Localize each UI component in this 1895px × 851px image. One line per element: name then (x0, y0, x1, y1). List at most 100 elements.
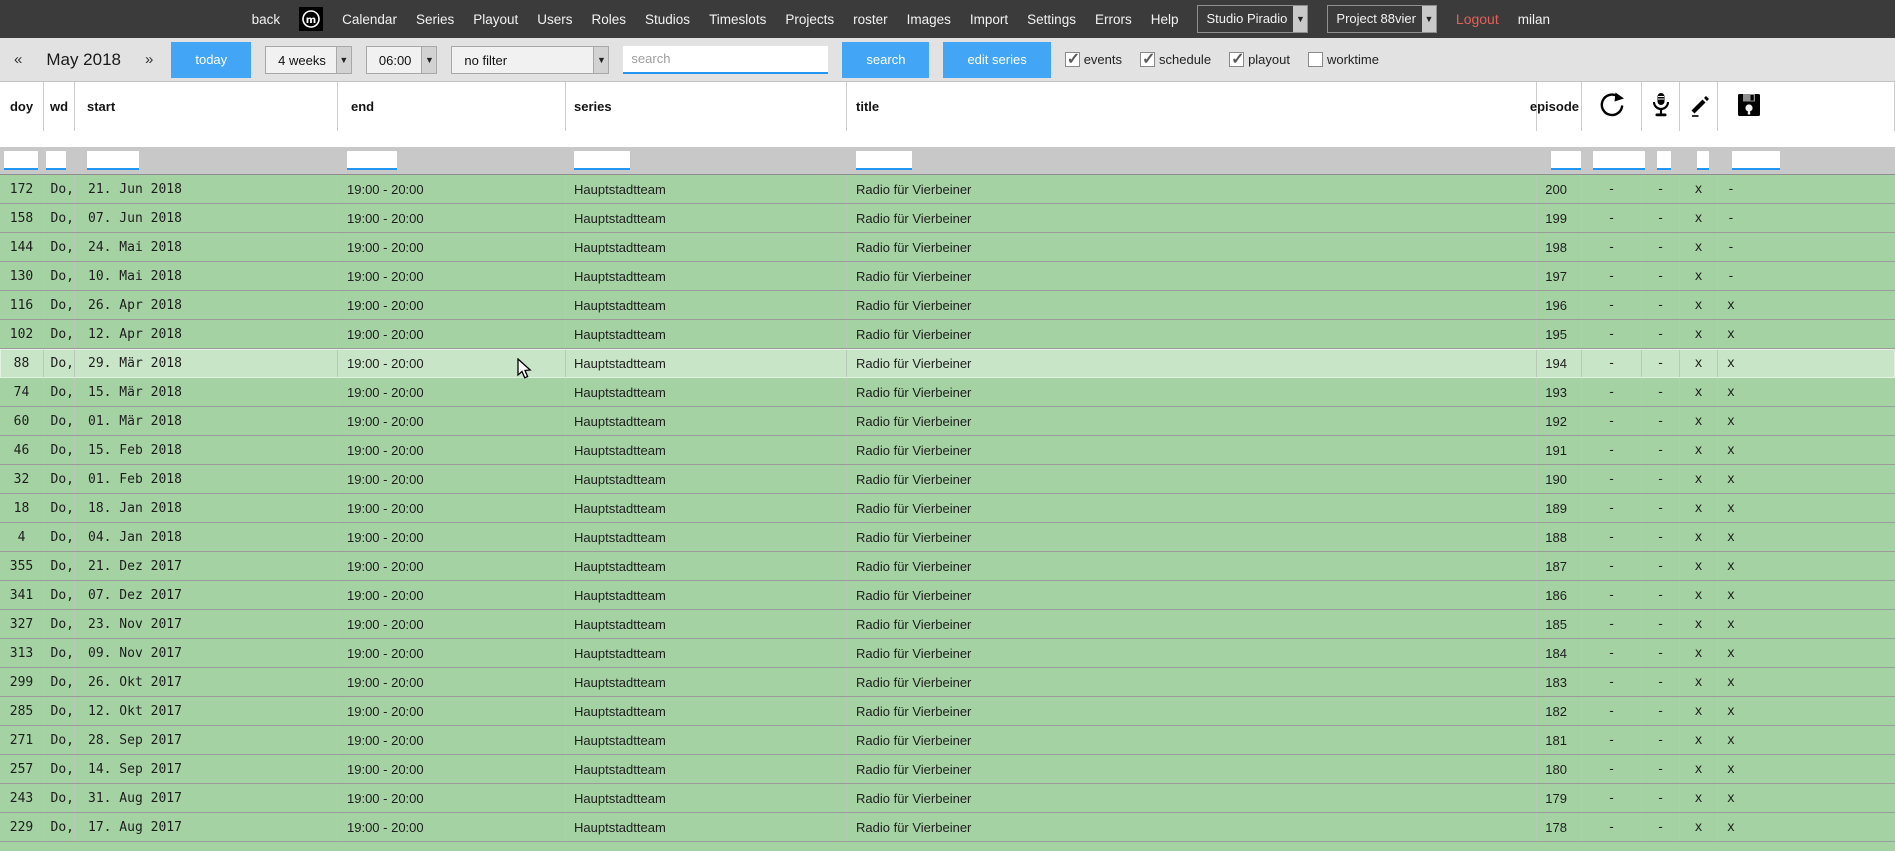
column-header-microphone[interactable] (1642, 82, 1680, 131)
edit-series-button[interactable]: edit series (943, 42, 1050, 78)
filter-input-series[interactable] (574, 151, 630, 170)
filter-input-wd[interactable] (46, 151, 66, 170)
cell-edit-flag: x (1680, 552, 1718, 580)
table-row[interactable]: 18 Do, 18. Jan 2018 19:00 - 20:00 Haupts… (0, 494, 1895, 523)
table-row[interactable]: 243 Do, 31. Aug 2017 19:00 - 20:00 Haupt… (0, 784, 1895, 813)
search-button[interactable]: search (842, 42, 929, 78)
cell-episode: 188 (1537, 523, 1582, 551)
nav-item-calendar[interactable]: Calendar (342, 12, 397, 27)
filter-select[interactable]: no filter ▼ (451, 46, 609, 74)
nav-item-settings[interactable]: Settings (1027, 12, 1076, 27)
column-header-start[interactable]: start (75, 82, 338, 131)
table-row[interactable]: 313 Do, 09. Nov 2017 19:00 - 20:00 Haupt… (0, 639, 1895, 668)
nav-item-import[interactable]: Import (970, 12, 1008, 27)
column-header-title[interactable]: title (847, 82, 1537, 131)
table-row[interactable]: 4 Do, 04. Jan 2018 19:00 - 20:00 Hauptst… (0, 523, 1895, 552)
microphone-icon (1647, 91, 1675, 122)
filter-input-edit[interactable] (1697, 151, 1709, 170)
cell-title: Radio für Vierbeiner (847, 233, 1537, 261)
cell-series: Hauptstadtteam (566, 784, 847, 812)
filter-input-rerun[interactable] (1593, 151, 1645, 170)
table-row[interactable]: 285 Do, 12. Okt 2017 19:00 - 20:00 Haupt… (0, 697, 1895, 726)
cell-series: Hauptstadtteam (566, 523, 847, 551)
filter-input-title[interactable] (856, 151, 912, 170)
filter-input-end[interactable] (347, 151, 397, 170)
project-select[interactable]: Project 88vier ▼ (1327, 5, 1436, 33)
cell-end-time: 19:00 - 20:00 (338, 610, 566, 638)
table-row[interactable]: 341 Do, 07. Dez 2017 19:00 - 20:00 Haupt… (0, 581, 1895, 610)
nav-item-projects[interactable]: Projects (785, 12, 834, 27)
filter-input-doy[interactable] (4, 151, 38, 170)
nav-item-studios[interactable]: Studios (645, 12, 690, 27)
column-header-rerun[interactable] (1582, 82, 1642, 131)
filter-input-start[interactable] (87, 151, 139, 170)
cell-rerun-flag: - (1582, 175, 1642, 203)
table-row[interactable]: 102 Do, 12. Apr 2018 19:00 - 20:00 Haupt… (0, 320, 1895, 349)
cell-end-time: 19:00 - 20:00 (338, 726, 566, 754)
worktime-checkbox[interactable] (1308, 52, 1323, 67)
cell-doy: 32 (0, 465, 44, 493)
nav-item-help[interactable]: Help (1151, 12, 1179, 27)
nav-item-users[interactable]: Users (537, 12, 572, 27)
cell-doy: 229 (0, 813, 44, 841)
playout-checkbox[interactable] (1229, 52, 1244, 67)
column-header-episode[interactable]: episode (1537, 82, 1582, 131)
studio-select[interactable]: Studio Piradio ▼ (1197, 5, 1308, 33)
filter-input-episode[interactable] (1551, 151, 1581, 170)
column-header-edit[interactable] (1680, 82, 1718, 131)
search-input[interactable] (623, 46, 828, 74)
save-icon (1735, 91, 1763, 122)
table-row[interactable]: 355 Do, 21. Dez 2017 19:00 - 20:00 Haupt… (0, 552, 1895, 581)
table-row[interactable]: 144 Do, 24. Mai 2018 19:00 - 20:00 Haupt… (0, 233, 1895, 262)
filter-input-mic[interactable] (1657, 151, 1671, 170)
table-row[interactable]: 172 Do, 21. Jun 2018 19:00 - 20:00 Haupt… (0, 175, 1895, 204)
table-row[interactable]: 116 Do, 26. Apr 2018 19:00 - 20:00 Haupt… (0, 291, 1895, 320)
cell-end-time: 19:00 - 20:00 (338, 378, 566, 406)
events-checkbox[interactable] (1065, 52, 1080, 67)
cell-rerun-flag: - (1582, 552, 1642, 580)
next-month-button[interactable]: » (141, 51, 157, 68)
table-row[interactable]: 74 Do, 15. Mär 2018 19:00 - 20:00 Haupts… (0, 378, 1895, 407)
column-header-doy[interactable]: doy (0, 82, 44, 131)
table-row[interactable]: 60 Do, 01. Mär 2018 19:00 - 20:00 Haupts… (0, 407, 1895, 436)
filter-input-save[interactable] (1732, 151, 1780, 170)
nav-item-errors[interactable]: Errors (1095, 12, 1132, 27)
cell-series: Hauptstadtteam (566, 204, 847, 232)
table-row[interactable]: 327 Do, 23. Nov 2017 19:00 - 20:00 Haupt… (0, 610, 1895, 639)
table-row[interactable]: 257 Do, 14. Sep 2017 19:00 - 20:00 Haupt… (0, 755, 1895, 784)
cell-episode: 183 (1537, 668, 1582, 696)
table-row[interactable]: 130 Do, 10. Mai 2018 19:00 - 20:00 Haupt… (0, 262, 1895, 291)
nav-item-timeslots[interactable]: Timeslots (709, 12, 766, 27)
cell-edit-flag: x (1680, 755, 1718, 783)
table-row[interactable]: 158 Do, 07. Jun 2018 19:00 - 20:00 Haupt… (0, 204, 1895, 233)
nav-item-series[interactable]: Series (416, 12, 454, 27)
table-header-row: doy wd start end series title episode (0, 82, 1895, 147)
column-header-wd[interactable]: wd (44, 82, 75, 131)
table-row[interactable]: 299 Do, 26. Okt 2017 19:00 - 20:00 Haupt… (0, 668, 1895, 697)
column-header-end[interactable]: end (338, 82, 566, 131)
cell-edit-flag: x (1680, 349, 1718, 377)
range-select[interactable]: 4 weeks ▼ (265, 46, 352, 74)
table-row[interactable]: 229 Do, 17. Aug 2017 19:00 - 20:00 Haupt… (0, 813, 1895, 842)
cell-doy: 74 (0, 378, 44, 406)
cell-episode: 186 (1537, 581, 1582, 609)
back-link[interactable]: back (252, 12, 281, 27)
nav-item-playout[interactable]: Playout (473, 12, 518, 27)
table-row[interactable]: 46 Do, 15. Feb 2018 19:00 - 20:00 Haupts… (0, 436, 1895, 465)
column-header-series[interactable]: series (566, 82, 847, 131)
cell-weekday: Do, (44, 726, 75, 754)
table-row[interactable]: 271 Do, 28. Sep 2017 19:00 - 20:00 Haupt… (0, 726, 1895, 755)
table-row[interactable]: 88 Do, 29. Mär 2018 19:00 - 20:00 Haupts… (0, 349, 1895, 378)
schedule-checkbox[interactable] (1140, 52, 1155, 67)
logout-link[interactable]: Logout (1456, 11, 1499, 27)
prev-month-button[interactable]: « (10, 51, 26, 68)
cell-mic-flag: - (1642, 378, 1680, 406)
nav-item-images[interactable]: Images (907, 12, 951, 27)
table-row-partial[interactable] (0, 842, 1895, 851)
column-header-save[interactable] (1718, 82, 1895, 131)
nav-item-roster[interactable]: roster (853, 12, 888, 27)
table-row[interactable]: 32 Do, 01. Feb 2018 19:00 - 20:00 Haupts… (0, 465, 1895, 494)
day-start-time-select[interactable]: 06:00 ▼ (366, 46, 438, 74)
nav-item-roles[interactable]: Roles (592, 12, 627, 27)
today-button[interactable]: today (171, 42, 251, 78)
